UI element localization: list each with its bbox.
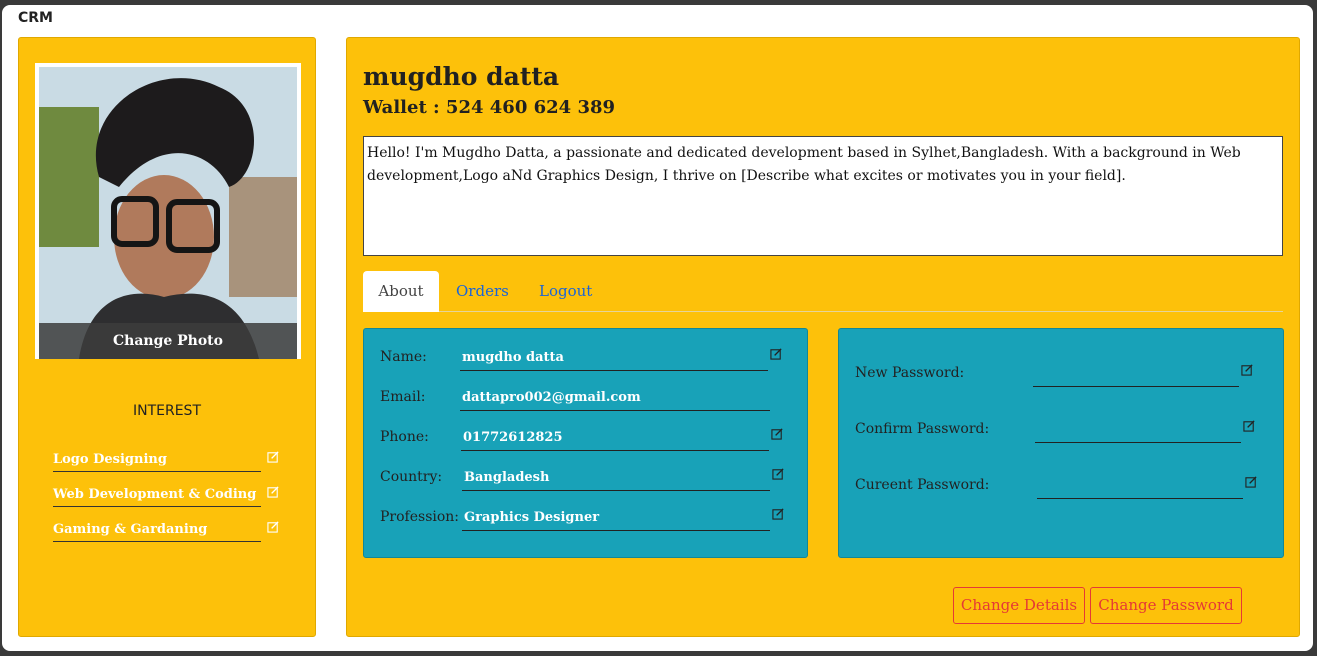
change-password-button[interactable]: Change Password [1090, 587, 1242, 624]
app-window: CRM Change Photo INTEREST Logo Designing… [2, 5, 1313, 651]
name-field[interactable]: mugdho datta [460, 349, 768, 371]
profile-photo: Change Photo [39, 67, 297, 359]
interest-label: Gaming & Gardaning [53, 520, 261, 542]
edit-icon[interactable] [771, 427, 784, 440]
phone-row: Phone: 01772612825 [364, 427, 807, 469]
new-password-row: New Password: [839, 363, 1283, 405]
edit-icon[interactable] [1245, 475, 1258, 488]
new-password-field[interactable] [1033, 365, 1239, 387]
new-password-label: New Password: [855, 365, 965, 381]
tab-about[interactable]: About [363, 271, 439, 312]
email-field[interactable]: dattapro002@gmail.com [460, 389, 770, 411]
interest-label: Web Development & Coding [53, 485, 261, 507]
edit-icon[interactable] [1243, 419, 1256, 432]
edit-icon[interactable] [1241, 363, 1254, 376]
interest-list: Logo Designing Web Development & Coding … [53, 450, 283, 555]
edit-icon[interactable] [772, 467, 785, 480]
profile-name: mugdho datta [363, 62, 560, 91]
name-row: Name: mugdho datta [364, 347, 807, 389]
change-details-button[interactable]: Change Details [953, 587, 1085, 624]
edit-icon[interactable] [267, 450, 280, 463]
confirm-password-row: Confirm Password: [839, 419, 1283, 461]
edit-icon[interactable] [267, 485, 280, 498]
country-label: Country: [380, 469, 443, 485]
interest-item: Gaming & Gardaning [53, 520, 283, 555]
change-photo-button[interactable]: Change Photo [39, 323, 297, 359]
name-label: Name: [380, 349, 427, 365]
current-password-field[interactable] [1037, 477, 1243, 499]
interest-heading: INTEREST [132, 403, 201, 419]
confirm-password-label: Confirm Password: [855, 421, 990, 437]
email-row: Email: dattapro002@gmail.com [364, 389, 807, 429]
wallet-balance: Wallet : 524 460 624 389 [363, 97, 616, 118]
profile-tabs: About Orders Logout [363, 271, 1283, 312]
phone-label: Phone: [380, 429, 429, 445]
phone-field[interactable]: 01772612825 [461, 429, 769, 451]
current-password-row: Cureent Password: [839, 475, 1283, 517]
tab-logout[interactable]: Logout [539, 271, 592, 312]
country-row: Country: Bangladesh [364, 467, 807, 509]
interest-item: Logo Designing [53, 450, 283, 485]
profile-sidebar: Change Photo INTEREST Logo Designing Web… [18, 37, 316, 637]
edit-icon[interactable] [267, 520, 280, 533]
tab-orders[interactable]: Orders [456, 271, 509, 312]
interest-label: Logo Designing [53, 450, 261, 472]
country-field[interactable]: Bangladesh [462, 469, 770, 491]
about-card: Name: mugdho datta Email: dattapro002@gm… [363, 328, 808, 558]
edit-icon[interactable] [770, 347, 783, 360]
photo-frame: Change Photo [35, 63, 301, 359]
edit-icon[interactable] [772, 507, 785, 520]
profession-label: Profession: [380, 509, 460, 525]
password-card: New Password: Confirm Password: Cureent … [838, 328, 1284, 558]
profession-row: Profession: Graphics Designer [364, 507, 807, 549]
profile-main-panel: mugdho datta Wallet : 524 460 624 389 He… [346, 37, 1300, 637]
email-label: Email: [380, 389, 426, 405]
app-title: CRM [18, 10, 53, 26]
confirm-password-field[interactable] [1035, 421, 1241, 443]
current-password-label: Cureent Password: [855, 477, 990, 493]
interest-item: Web Development & Coding [53, 485, 283, 520]
profession-field[interactable]: Graphics Designer [462, 509, 770, 531]
bio-textarea[interactable]: Hello! I'm Mugdho Datta, a passionate an… [363, 136, 1283, 256]
